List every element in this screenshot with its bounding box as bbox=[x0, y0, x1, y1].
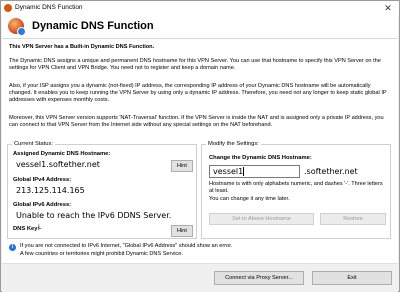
dns-key-value: L bbox=[38, 224, 42, 231]
hostname-rules-note: Hostname is with only alphabets numeric,… bbox=[209, 181, 383, 194]
app-icon bbox=[4, 4, 12, 12]
intro-paragraph-2: Also, if your ISP assigns you a dynamic … bbox=[9, 83, 387, 103]
page-title: Dynamic DNS Function bbox=[32, 20, 154, 32]
hint-button-hostname[interactable]: Hint bbox=[171, 160, 193, 172]
change-hostname-label: Change the Dynamic DNS Hostname: bbox=[209, 155, 312, 161]
info-line-1: If you are not connected to IPv6 Interne… bbox=[20, 243, 233, 249]
dialog-window: Dynamic DNS Function ✕ Dynamic DNS Funct… bbox=[0, 0, 400, 292]
title-bar: Dynamic DNS Function ✕ bbox=[1, 1, 399, 15]
ipv4-value: 213.125.114.165 bbox=[16, 186, 85, 195]
current-status-group: Current Status: Assigned Dynamic DNS Hos… bbox=[7, 141, 197, 239]
dns-key-label: DNS Key: bbox=[13, 226, 40, 232]
change-anytime-note: You can change it any time later. bbox=[209, 196, 290, 202]
hostname-label: Assigned Dynamic DNS Hostname: bbox=[13, 151, 111, 157]
hostname-value: vessel1.softether.net bbox=[16, 160, 100, 169]
current-status-title: Current Status: bbox=[12, 141, 55, 147]
info-icon: i bbox=[9, 244, 16, 251]
info-line-2: A few countries or territories might pro… bbox=[20, 251, 183, 257]
ipv6-label: Global IPv6 Address: bbox=[13, 202, 72, 208]
header-banner: Dynamic DNS Function bbox=[2, 15, 398, 39]
exit-button[interactable]: Exit bbox=[312, 271, 392, 285]
restore-button[interactable]: Restore bbox=[320, 213, 386, 225]
intro-paragraph-1: The Dynamic DNS assigns a unique and per… bbox=[9, 58, 381, 71]
footer-bar: Connect via Proxy Server... Exit bbox=[2, 263, 398, 292]
close-icon[interactable]: ✕ bbox=[381, 2, 395, 14]
set-hostname-button[interactable]: Set to Above Hostname bbox=[209, 213, 314, 225]
ipv4-label: Global IPv4 Address: bbox=[13, 177, 72, 183]
ipv6-value: Unable to reach the IPv6 DDNS Server. bbox=[16, 211, 172, 220]
main-content: This VPN Server has a Built-in Dynamic D… bbox=[2, 39, 398, 292]
hint-button-dns-key[interactable]: Hint bbox=[171, 225, 193, 237]
intro-heading: This VPN Server has a Built-in Dynamic D… bbox=[9, 44, 155, 50]
hostname-suffix: .softether.net bbox=[304, 167, 358, 176]
proxy-server-button[interactable]: Connect via Proxy Server... bbox=[214, 271, 304, 285]
modify-settings-group: Modify the Settings: Change the Dynamic … bbox=[201, 141, 391, 239]
window-title: Dynamic DNS Function bbox=[15, 4, 83, 11]
ddns-globe-icon bbox=[8, 18, 26, 36]
modify-settings-title: Modify the Settings: bbox=[206, 141, 261, 147]
intro-paragraph-3: Moreover, this VPN Server version suppor… bbox=[9, 115, 384, 128]
hostname-input[interactable]: vessel1 bbox=[209, 165, 300, 178]
